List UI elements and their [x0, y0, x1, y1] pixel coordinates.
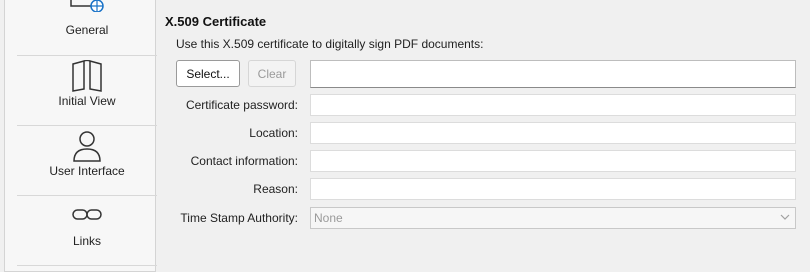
- globe-doc-icon: [70, 0, 104, 12]
- tsa-select[interactable]: None: [310, 207, 796, 229]
- open-book-icon: [72, 60, 102, 92]
- contact-field[interactable]: [310, 150, 796, 172]
- sidebar-item-label: User Interface: [49, 164, 125, 178]
- tsa-label: Time Stamp Authority:: [180, 211, 298, 225]
- chevron-down-icon: [780, 214, 790, 220]
- location-field[interactable]: [310, 122, 796, 144]
- password-field[interactable]: [310, 94, 796, 116]
- reason-label: Reason:: [253, 182, 298, 196]
- sidebar-item-general[interactable]: General: [17, 0, 157, 56]
- sidebar: General Initial View User Interface Link…: [4, 0, 157, 272]
- intro-text: Use this X.509 certificate to digitally …: [176, 37, 484, 51]
- sidebar-item-label: General: [65, 23, 109, 37]
- certificate-field[interactable]: [310, 60, 796, 88]
- sidebar-item-label: Links: [72, 234, 101, 248]
- sidebar-item-links[interactable]: Links: [17, 196, 157, 266]
- select-button[interactable]: Select...: [176, 60, 240, 87]
- reason-field[interactable]: [310, 178, 796, 200]
- tsa-selected-value: None: [314, 211, 343, 225]
- clear-button[interactable]: Clear: [248, 60, 296, 87]
- section-title: X.509 Certificate: [165, 14, 267, 29]
- sidebar-item-label: Initial View: [58, 94, 116, 108]
- chain-link-icon: [72, 209, 102, 220]
- contact-label: Contact information:: [190, 154, 298, 168]
- sidebar-item-initial-view[interactable]: Initial View: [17, 56, 157, 126]
- location-label: Location:: [249, 126, 298, 140]
- sidebar-item-user-interface[interactable]: User Interface: [17, 126, 157, 196]
- password-label: Certificate password:: [185, 98, 298, 112]
- person-icon: [73, 131, 101, 162]
